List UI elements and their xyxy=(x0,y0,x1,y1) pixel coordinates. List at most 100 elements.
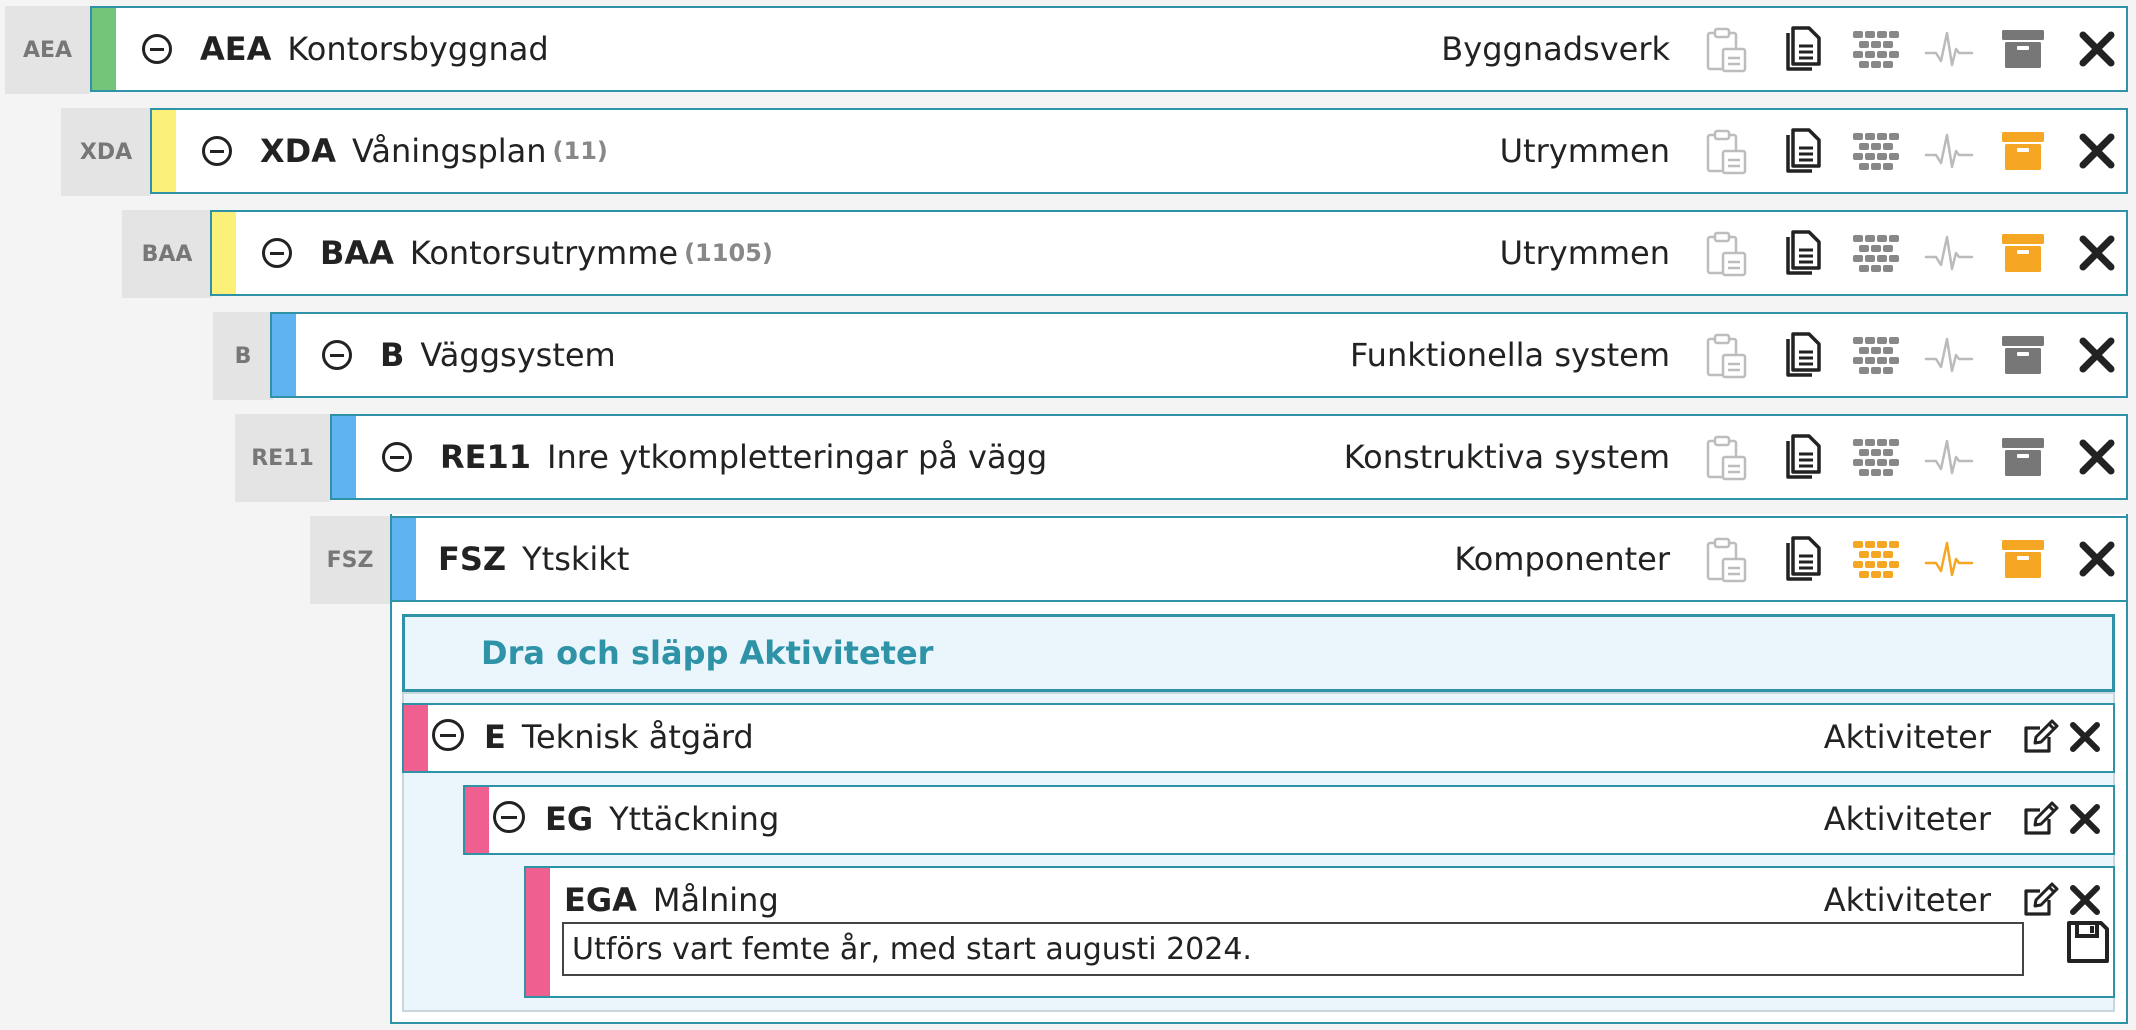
row-badge: BAA xyxy=(122,210,212,298)
row-code: AEA xyxy=(200,30,272,68)
archive-icon[interactable] xyxy=(1996,22,2050,76)
pulse-icon[interactable] xyxy=(1922,226,1976,280)
collapse-icon[interactable] xyxy=(382,442,412,472)
close-icon[interactable] xyxy=(2070,22,2124,76)
row-actions xyxy=(1680,226,2124,280)
collapse-icon[interactable] xyxy=(262,238,292,268)
collapse-icon[interactable] xyxy=(432,719,464,751)
tree-row[interactable]: XDA Våningsplan (11) Utrymmen xyxy=(150,108,2128,194)
row-category: Komponenter xyxy=(1454,540,1670,578)
tree-row[interactable]: FSZ Ytskikt Komponenter xyxy=(390,516,2128,602)
documents-icon[interactable] xyxy=(1774,430,1828,484)
pulse-icon[interactable] xyxy=(1922,328,1976,382)
activity-code: EG xyxy=(545,800,594,838)
activity-note-input[interactable] xyxy=(562,922,2024,976)
row-category: Utrymmen xyxy=(1499,132,1670,170)
clipboard-icon[interactable] xyxy=(1700,226,1754,280)
pulse-icon[interactable] xyxy=(1922,22,1976,76)
documents-icon[interactable] xyxy=(1774,532,1828,586)
tree-row[interactable]: AEA Kontorsbyggnad Byggnadsverk xyxy=(90,6,2128,92)
row-badge: FSZ xyxy=(310,516,390,604)
activity-row[interactable]: EG Yttäckning Aktiviteter xyxy=(463,785,2115,855)
row-badge: RE11 xyxy=(235,414,330,502)
row-stripe xyxy=(332,416,356,498)
layers-icon[interactable] xyxy=(1848,328,1902,382)
activity-name: Teknisk åtgärd xyxy=(521,718,754,756)
row-code: BAA xyxy=(320,234,394,272)
close-icon[interactable] xyxy=(2063,797,2107,841)
documents-icon[interactable] xyxy=(1774,124,1828,178)
collapse-icon[interactable] xyxy=(493,801,525,833)
close-icon[interactable] xyxy=(2070,124,2124,178)
tree-row[interactable]: BAA Kontorsutrymme (1105) Utrymmen xyxy=(210,210,2128,296)
row-category: Konstruktiva system xyxy=(1343,438,1670,476)
documents-icon[interactable] xyxy=(1774,226,1828,280)
layers-icon[interactable] xyxy=(1848,226,1902,280)
archive-icon[interactable] xyxy=(1996,124,2050,178)
archive-icon[interactable] xyxy=(1996,430,2050,484)
collapse-icon[interactable] xyxy=(202,136,232,166)
activity-code: E xyxy=(484,718,506,756)
pulse-icon[interactable] xyxy=(1922,532,1976,586)
archive-icon[interactable] xyxy=(1996,532,2050,586)
activity-stripe xyxy=(526,868,550,996)
clipboard-icon[interactable] xyxy=(1700,328,1754,382)
edit-icon[interactable] xyxy=(2019,797,2063,841)
drop-zone-label: Dra och släpp Aktiviteter xyxy=(481,634,934,672)
activity-row[interactable]: E Teknisk åtgärd Aktiviteter xyxy=(402,703,2115,773)
collapse-icon[interactable] xyxy=(142,34,172,64)
row-actions xyxy=(1680,22,2124,76)
close-icon[interactable] xyxy=(2070,430,2124,484)
layers-icon[interactable] xyxy=(1848,22,1902,76)
activity-category: Aktiviteter xyxy=(1823,718,1991,756)
activity-category: Aktiviteter xyxy=(1823,881,1991,919)
row-actions xyxy=(1680,124,2124,178)
row-name: Kontorsbyggnad xyxy=(287,30,549,68)
close-icon[interactable] xyxy=(2063,715,2107,759)
documents-icon[interactable] xyxy=(1774,328,1828,382)
save-icon[interactable] xyxy=(2064,918,2112,966)
activity-code: EGA xyxy=(564,881,637,919)
clipboard-icon[interactable] xyxy=(1700,532,1754,586)
edit-icon[interactable] xyxy=(2019,878,2063,922)
activity-name: Målning xyxy=(652,881,779,919)
close-icon[interactable] xyxy=(2070,226,2124,280)
row-stripe xyxy=(272,314,296,396)
row-actions xyxy=(1680,430,2124,484)
row-stripe xyxy=(392,518,416,600)
row-category: Funktionella system xyxy=(1350,336,1670,374)
row-name: Våningsplan xyxy=(352,132,547,170)
row-code: FSZ xyxy=(438,540,507,578)
activity-stripe xyxy=(465,787,489,853)
clipboard-icon[interactable] xyxy=(1700,430,1754,484)
row-code: RE11 xyxy=(440,438,532,476)
archive-icon[interactable] xyxy=(1996,328,2050,382)
activity-stripe xyxy=(404,705,428,771)
activity-drop-zone[interactable]: Dra och släpp Aktiviteter xyxy=(402,614,2115,692)
clipboard-icon[interactable] xyxy=(1700,22,1754,76)
row-stripe xyxy=(92,8,116,90)
row-code: B xyxy=(380,336,405,374)
activity-category: Aktiviteter xyxy=(1823,800,1991,838)
row-name: Kontorsutrymme xyxy=(409,234,679,272)
close-icon[interactable] xyxy=(2063,878,2107,922)
close-icon[interactable] xyxy=(2070,328,2124,382)
layers-icon[interactable] xyxy=(1848,430,1902,484)
layers-icon[interactable] xyxy=(1848,124,1902,178)
archive-icon[interactable] xyxy=(1996,226,2050,280)
row-name: Ytskikt xyxy=(522,540,630,578)
activity-name: Yttäckning xyxy=(609,800,780,838)
clipboard-icon[interactable] xyxy=(1700,124,1754,178)
layers-icon[interactable] xyxy=(1848,532,1902,586)
documents-icon[interactable] xyxy=(1774,22,1828,76)
collapse-icon[interactable] xyxy=(322,340,352,370)
edit-icon[interactable] xyxy=(2019,715,2063,759)
tree-row[interactable]: B Väggsystem Funktionella system xyxy=(270,312,2128,398)
tree-row[interactable]: RE11 Inre ytkompletteringar på vägg Kons… xyxy=(330,414,2128,500)
pulse-icon[interactable] xyxy=(1922,430,1976,484)
row-badge: AEA xyxy=(5,6,90,94)
row-category: Utrymmen xyxy=(1499,234,1670,272)
pulse-icon[interactable] xyxy=(1922,124,1976,178)
row-count: (1105) xyxy=(684,239,773,267)
close-icon[interactable] xyxy=(2070,532,2124,586)
